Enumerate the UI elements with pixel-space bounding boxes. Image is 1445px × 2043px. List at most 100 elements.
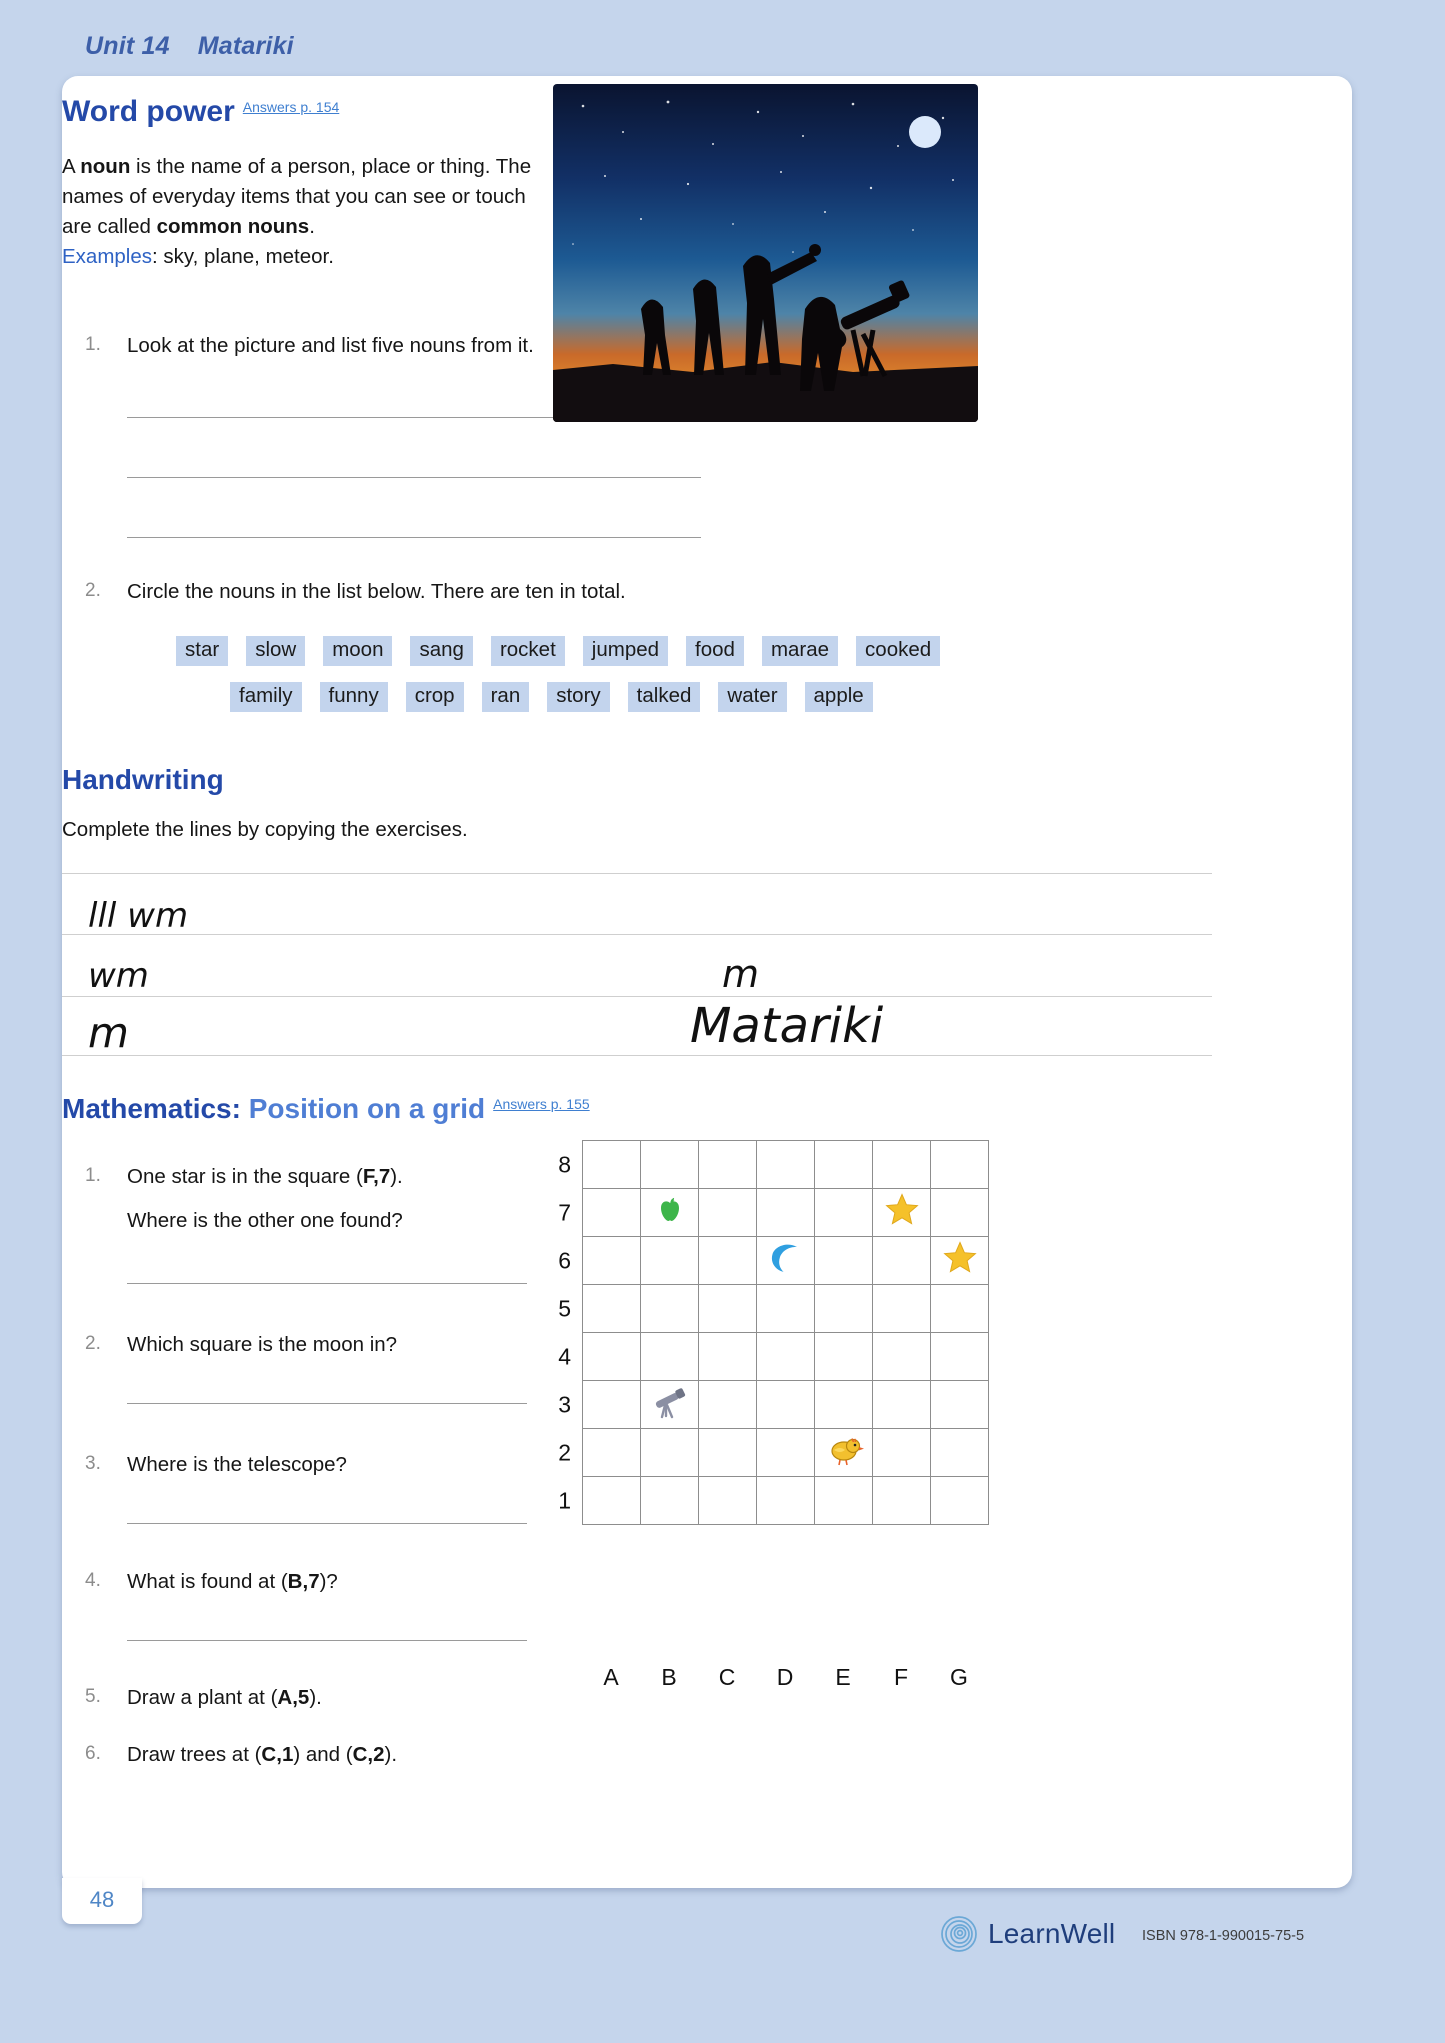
word-chip-water[interactable]: water (718, 682, 787, 712)
word-chip-moon[interactable]: moon (323, 636, 393, 666)
q1-coord-row: 7 (378, 1165, 391, 1188)
grid-cell-C2[interactable] (698, 1428, 757, 1477)
grid-cell-D6[interactable] (756, 1236, 815, 1285)
grid-cell-F2[interactable] (872, 1428, 931, 1477)
math-answer-line-3[interactable] (127, 1523, 527, 1524)
answer-line-3[interactable] (127, 537, 701, 538)
grid-cell-D8[interactable] (756, 1140, 815, 1189)
word-chip-marae[interactable]: marae (761, 636, 839, 666)
grid-cell-D5[interactable] (756, 1284, 815, 1333)
grid-cell-E1[interactable] (814, 1476, 873, 1525)
grid-cell-F4[interactable] (872, 1332, 931, 1381)
grid-cell-E7[interactable] (814, 1188, 873, 1237)
coordinate-grid[interactable]: 8 7 6 5 4 3 2 1 (558, 1140, 989, 1525)
grid-cell-A2[interactable]: 2 (558, 1428, 641, 1477)
grid-cell-D1[interactable] (756, 1476, 815, 1525)
handwriting-row3-sample: m (88, 1008, 129, 1057)
grid-cell-A4[interactable]: 4 (558, 1332, 641, 1381)
word-chip-cooked[interactable]: cooked (856, 636, 941, 666)
grid-cell-G5[interactable] (930, 1284, 989, 1333)
grid-cell-A3[interactable]: 3 (558, 1380, 641, 1429)
word-chip-rocket[interactable]: rocket (490, 636, 565, 666)
grid-cell-F5[interactable] (872, 1284, 931, 1333)
handwriting-row1-sample: lll wm (88, 896, 189, 936)
math-answer-line-2[interactable] (127, 1403, 527, 1404)
grid-cell-G6[interactable] (930, 1236, 989, 1285)
word-chip-jumped[interactable]: jumped (582, 636, 669, 666)
grid-cell-D4[interactable] (756, 1332, 815, 1381)
grid-cell-D3[interactable] (756, 1380, 815, 1429)
grid-column-label-A: A (603, 1664, 619, 1690)
handwriting-heading: Handwriting (62, 764, 224, 795)
grid-cell-A1[interactable]: 1 (558, 1476, 641, 1525)
grid-cell-C6[interactable] (698, 1236, 757, 1285)
word-chip-funny[interactable]: funny (319, 682, 388, 712)
grid-cell-C3[interactable] (698, 1380, 757, 1429)
grid-cell-C8[interactable] (698, 1140, 757, 1189)
answer-line-2[interactable] (127, 477, 701, 478)
grid-cell-C1[interactable] (698, 1476, 757, 1525)
grid-cell-C7[interactable] (698, 1188, 757, 1237)
grid-cell-A7[interactable]: 7 (558, 1188, 641, 1237)
grid-column-label-D: D (776, 1664, 794, 1690)
grid-row-8: 8 (558, 1140, 989, 1189)
grid-cell-F8[interactable] (872, 1140, 931, 1189)
grid-cell-G2[interactable] (930, 1428, 989, 1477)
grid-cell-B7[interactable] (640, 1188, 699, 1237)
q6-pre: Draw trees at ( (127, 1743, 262, 1766)
word-chip-apple[interactable]: apple (804, 682, 873, 712)
handwriting-rule-1 (62, 873, 1212, 874)
grid-cell-G8[interactable] (930, 1140, 989, 1189)
word-chip-food[interactable]: food (686, 636, 744, 666)
q4-pre: What is found at ( (127, 1570, 288, 1593)
stargazers-photo (553, 84, 978, 422)
grid-cell-A8[interactable]: 8 (558, 1140, 641, 1189)
grid-row-label-7: 7 (558, 1199, 571, 1225)
grid-cell-F6[interactable] (872, 1236, 931, 1285)
grid-cell-E3[interactable] (814, 1380, 873, 1429)
grid-cell-G1[interactable] (930, 1476, 989, 1525)
grid-cell-B1[interactable] (640, 1476, 699, 1525)
q6-coord-col-2: C (352, 1743, 368, 1766)
grid-cell-A5[interactable]: 5 (558, 1284, 641, 1333)
word-chip-ran[interactable]: ran (481, 682, 530, 712)
grid-cell-B2[interactable] (640, 1428, 699, 1477)
math-title-bold: Mathematics: (62, 1093, 241, 1124)
grid-cell-E4[interactable] (814, 1332, 873, 1381)
answers-ref-word-power[interactable]: Answers p. 154 (243, 99, 340, 115)
grid-cell-F1[interactable] (872, 1476, 931, 1525)
math-answer-line-1[interactable] (127, 1283, 527, 1284)
math-answer-line-4[interactable] (127, 1640, 527, 1641)
grid-cell-C4[interactable] (698, 1332, 757, 1381)
grid-cell-E5[interactable] (814, 1284, 873, 1333)
grid-cell-G3[interactable] (930, 1380, 989, 1429)
word-chip-slow[interactable]: slow (246, 636, 306, 666)
grid-cell-G4[interactable] (930, 1332, 989, 1381)
grid-cell-B6[interactable] (640, 1236, 699, 1285)
grid-cell-G7[interactable] (930, 1188, 989, 1237)
answers-ref-math[interactable]: Answers p. 155 (493, 1096, 590, 1112)
grid-cell-B5[interactable] (640, 1284, 699, 1333)
word-chip-story[interactable]: story (547, 682, 610, 712)
grid-cell-E2[interactable] (814, 1428, 873, 1477)
grid-cell-A6[interactable]: 6 (558, 1236, 641, 1285)
wp-q2-text: Circle the nouns in the list below. Ther… (127, 580, 626, 603)
word-chip-talked[interactable]: talked (627, 682, 701, 712)
mathematics-heading: Mathematics: Position on a grid Answers p… (62, 1093, 590, 1125)
grid-cell-D7[interactable] (756, 1188, 815, 1237)
running-head-topic: Matariki (197, 32, 294, 60)
grid-cell-E8[interactable] (814, 1140, 873, 1189)
grid-cell-B8[interactable] (640, 1140, 699, 1189)
grid-cell-F7[interactable] (872, 1188, 931, 1237)
grid-cell-E6[interactable] (814, 1236, 873, 1285)
word-chip-crop[interactable]: crop (405, 682, 464, 712)
grid-cell-F3[interactable] (872, 1380, 931, 1429)
grid-cell-B4[interactable] (640, 1332, 699, 1381)
word-chip-sang[interactable]: sang (410, 636, 473, 666)
telescope-icon (650, 1383, 690, 1426)
word-chip-star[interactable]: star (176, 636, 229, 666)
grid-cell-D2[interactable] (756, 1428, 815, 1477)
grid-cell-B3[interactable] (640, 1380, 699, 1429)
grid-cell-C5[interactable] (698, 1284, 757, 1333)
word-chip-family[interactable]: family (230, 682, 302, 712)
